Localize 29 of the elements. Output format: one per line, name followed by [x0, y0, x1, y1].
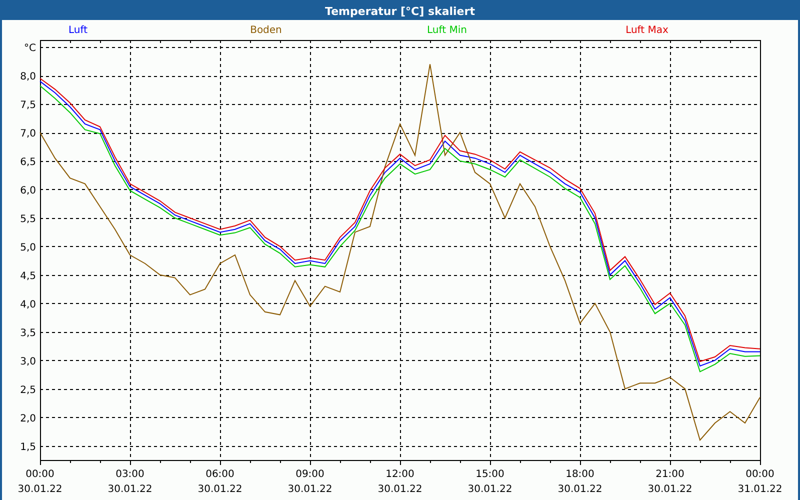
legend-label: Luft [68, 25, 88, 36]
y-tick-label: 5,0 [20, 242, 36, 254]
y-tick-label: 7,5 [20, 100, 36, 112]
legend-label: Boden [250, 25, 282, 36]
y-tick-label: 6,0 [20, 186, 36, 196]
y-tick-label: 2,0 [20, 413, 36, 424]
x-tick-label: 09:00 30.01.22 [288, 469, 332, 495]
x-tick-label: 00:00 30.01.22 [18, 469, 62, 495]
y-axis-label: °C [24, 43, 36, 54]
x-tick-label: 21:00 30.01.22 [648, 469, 692, 495]
x-tick-label: 00:00 31.01.22 [738, 469, 782, 495]
legend-label: Luft Max [626, 25, 668, 36]
x-tick-label: 18:00 30.01.22 [558, 469, 602, 495]
y-tick-label: 2,5 [20, 384, 36, 396]
y-tick-label: 3,5 [20, 328, 36, 339]
legend-label: Luft Min [427, 25, 467, 36]
y-tick-label: 4,0 [20, 299, 36, 310]
x-tick-label: 12:00 30.01.22 [378, 469, 422, 495]
x-tick-label: 15:00 30.01.22 [468, 469, 512, 495]
y-tick-label: 7,0 [20, 128, 36, 140]
window-title: Temperatur [°C] skaliert [325, 4, 475, 18]
x-tick-label: 06:00 30.01.22 [198, 469, 242, 495]
y-tick-label: 3,0 [20, 356, 36, 368]
y-tick-label: 4,5 [20, 270, 36, 282]
y-tick-label: 6,5 [20, 157, 36, 168]
y-tick-label: 8,0 [20, 72, 36, 83]
y-tick-label: 5,5 [20, 214, 36, 225]
y-tick-label: 1,5 [20, 442, 36, 453]
x-tick-label: 03:00 30.01.22 [108, 469, 152, 495]
